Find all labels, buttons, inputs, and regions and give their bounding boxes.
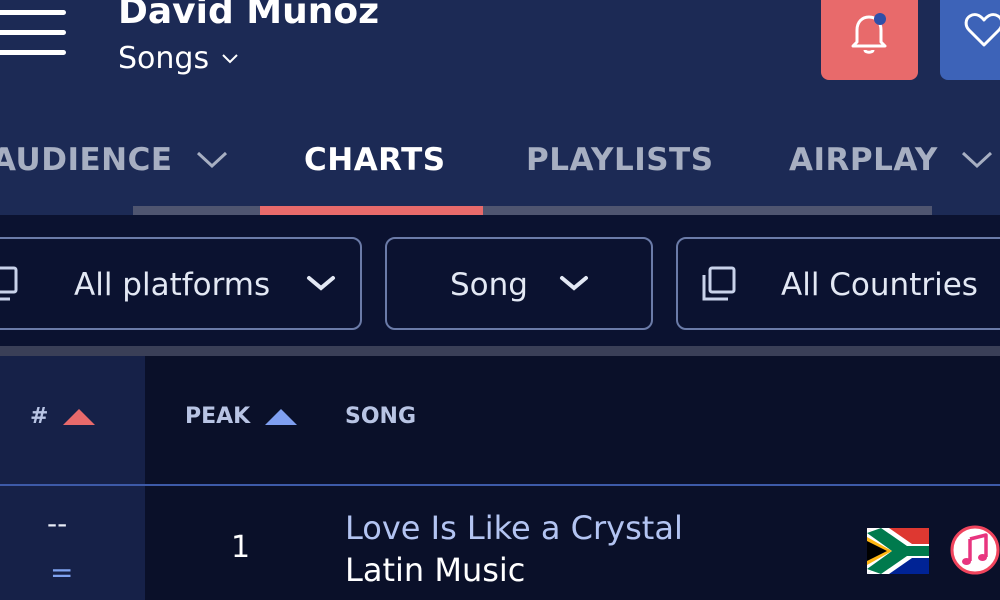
tab-charts-label: CHARTS: [304, 142, 446, 178]
rank-column-header[interactable]: #: [30, 404, 96, 429]
copy-icon: [702, 266, 736, 301]
menu-icon[interactable]: [0, 0, 68, 60]
chevron-down-icon: [222, 54, 238, 64]
rank-change: =: [50, 556, 74, 589]
tab-airplay[interactable]: AIRPLAY: [789, 130, 994, 190]
tab-charts[interactable]: CHARTS: [304, 130, 446, 190]
heart-icon: [964, 13, 1000, 47]
tab-audience-label: AUDIENCE: [0, 142, 173, 178]
song-column-header[interactable]: SONG: [345, 404, 416, 429]
rank-column-label: #: [30, 404, 49, 429]
bell-icon: [851, 13, 887, 54]
sort-up-icon: [63, 408, 96, 425]
rank-value: --: [47, 507, 68, 540]
south-africa-flag[interactable]: [867, 528, 929, 574]
section-divider: [0, 346, 1000, 356]
song-genre: Latin Music: [345, 551, 526, 589]
platform-filter[interactable]: All platforms: [0, 237, 362, 330]
type-filter[interactable]: Song: [385, 237, 653, 330]
tab-audience[interactable]: AUDIENCE: [0, 130, 229, 190]
apple-music-icon[interactable]: [950, 525, 1000, 575]
artist-name: David Munoz: [118, 0, 380, 32]
song-title-link[interactable]: Love Is Like a Crystal: [345, 509, 683, 547]
chevron-down-icon: [560, 276, 588, 291]
country-filter[interactable]: All Countries: [676, 237, 1000, 330]
section-tabs: AUDIENCE CHARTS PLAYLISTS AIRPLAY: [0, 130, 1000, 190]
chevron-down-icon: [196, 151, 227, 169]
song-column-label: SONG: [345, 404, 417, 429]
section-dropdown-label: Songs: [118, 41, 210, 76]
notifications-button[interactable]: [821, 0, 918, 80]
active-tab-indicator: [260, 206, 483, 215]
sort-up-icon: [265, 408, 298, 425]
table-header: [0, 356, 1000, 484]
section-dropdown[interactable]: Songs: [118, 38, 239, 80]
tab-track: [133, 206, 932, 215]
platform-filter-value: All platforms: [74, 267, 271, 303]
copy-icon: [0, 266, 18, 301]
tab-airplay-label: AIRPLAY: [789, 142, 938, 178]
type-filter-value: Song: [450, 267, 528, 303]
peak-column-label: PEAK: [185, 404, 251, 429]
favorite-button[interactable]: [940, 0, 1000, 80]
peak-value: 1: [231, 530, 251, 565]
chevron-down-icon: [961, 151, 992, 169]
tab-playlists-label: PLAYLISTS: [526, 142, 714, 178]
chevron-down-icon: [307, 276, 335, 291]
peak-column-header[interactable]: PEAK: [185, 404, 298, 429]
country-filter-value: All Countries: [781, 267, 978, 303]
tab-playlists[interactable]: PLAYLISTS: [526, 130, 714, 190]
